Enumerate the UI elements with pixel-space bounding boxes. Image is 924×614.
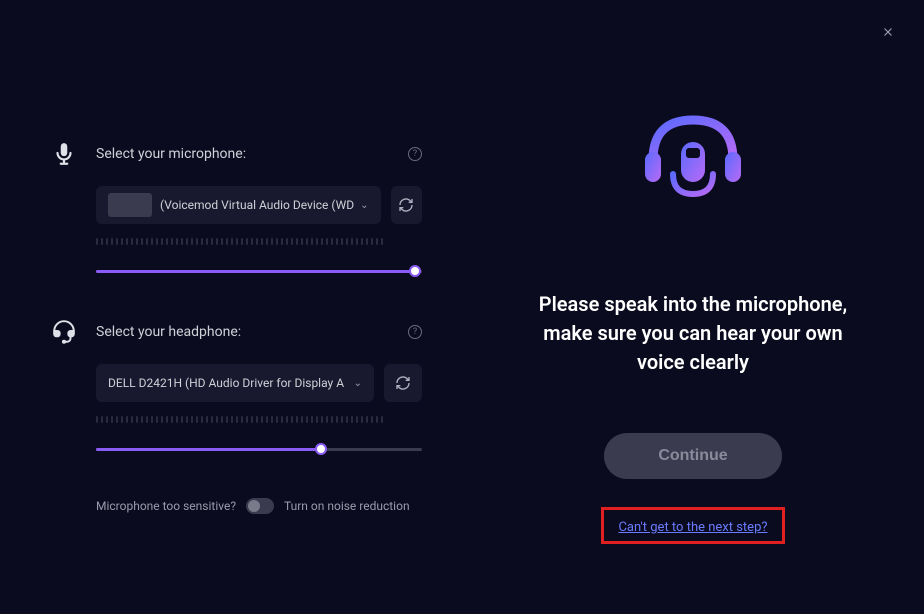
instruction-text: Please speak into the microphone, make s… — [522, 290, 864, 377]
mic-select[interactable]: (Voicemod Virtual Audio Device (WD ⌄ — [96, 186, 381, 224]
mic-selected-value: (Voicemod Virtual Audio Device (WD — [160, 198, 354, 212]
microphone-section: Select your microphone: ? (Voicemod Virt… — [50, 140, 422, 278]
noise-reduction-row: Microphone too sensitive? Turn on noise … — [96, 498, 422, 514]
mic-header: Select your microphone: ? — [50, 140, 422, 168]
mic-volume-slider[interactable] — [96, 264, 422, 278]
close-button[interactable] — [878, 22, 898, 42]
chevron-down-icon: ⌄ — [360, 200, 368, 211]
headphone-selected-value: DELL D2421H (HD Audio Driver for Display… — [108, 376, 348, 390]
cant-proceed-link[interactable]: Can't get to the next step? — [618, 520, 767, 535]
mic-label: Select your microphone: — [96, 146, 408, 162]
noise-action: Turn on noise reduction — [284, 499, 410, 513]
continue-button[interactable]: Continue — [604, 433, 782, 479]
headphone-header: Select your headphone: ? — [50, 318, 422, 346]
headphone-select-row: DELL D2421H (HD Audio Driver for Display… — [96, 364, 422, 402]
noise-toggle[interactable] — [246, 498, 274, 514]
instruction-panel: Please speak into the microphone, make s… — [462, 0, 924, 614]
headphone-volume-slider[interactable] — [96, 442, 422, 456]
mic-select-row: (Voicemod Virtual Audio Device (WD ⌄ — [96, 186, 422, 224]
headphone-level-meter — [96, 416, 422, 424]
mic-refresh-button[interactable] — [391, 186, 422, 224]
settings-panel: Select your microphone: ? (Voicemod Virt… — [0, 0, 462, 614]
noise-question: Microphone too sensitive? — [96, 499, 236, 513]
headphone-refresh-button[interactable] — [384, 364, 422, 402]
headphone-label: Select your headphone: — [96, 324, 408, 340]
microphone-icon — [50, 140, 78, 168]
help-icon[interactable]: ? — [408, 147, 422, 161]
slider-thumb[interactable] — [315, 443, 327, 455]
toggle-knob — [248, 500, 260, 512]
headphone-select[interactable]: DELL D2421H (HD Audio Driver for Display… — [96, 364, 374, 402]
mic-level-meter — [96, 238, 422, 246]
headset-mic-hero-icon — [623, 100, 763, 240]
chevron-down-icon: ⌄ — [354, 378, 362, 389]
slider-thumb[interactable] — [409, 265, 421, 277]
help-link-highlight: Can't get to the next step? — [601, 507, 784, 544]
headset-icon — [50, 318, 78, 346]
headphone-section: Select your headphone: ? DELL D2421H (HD… — [50, 318, 422, 456]
device-thumbnail — [108, 193, 152, 217]
help-icon[interactable]: ? — [408, 325, 422, 339]
